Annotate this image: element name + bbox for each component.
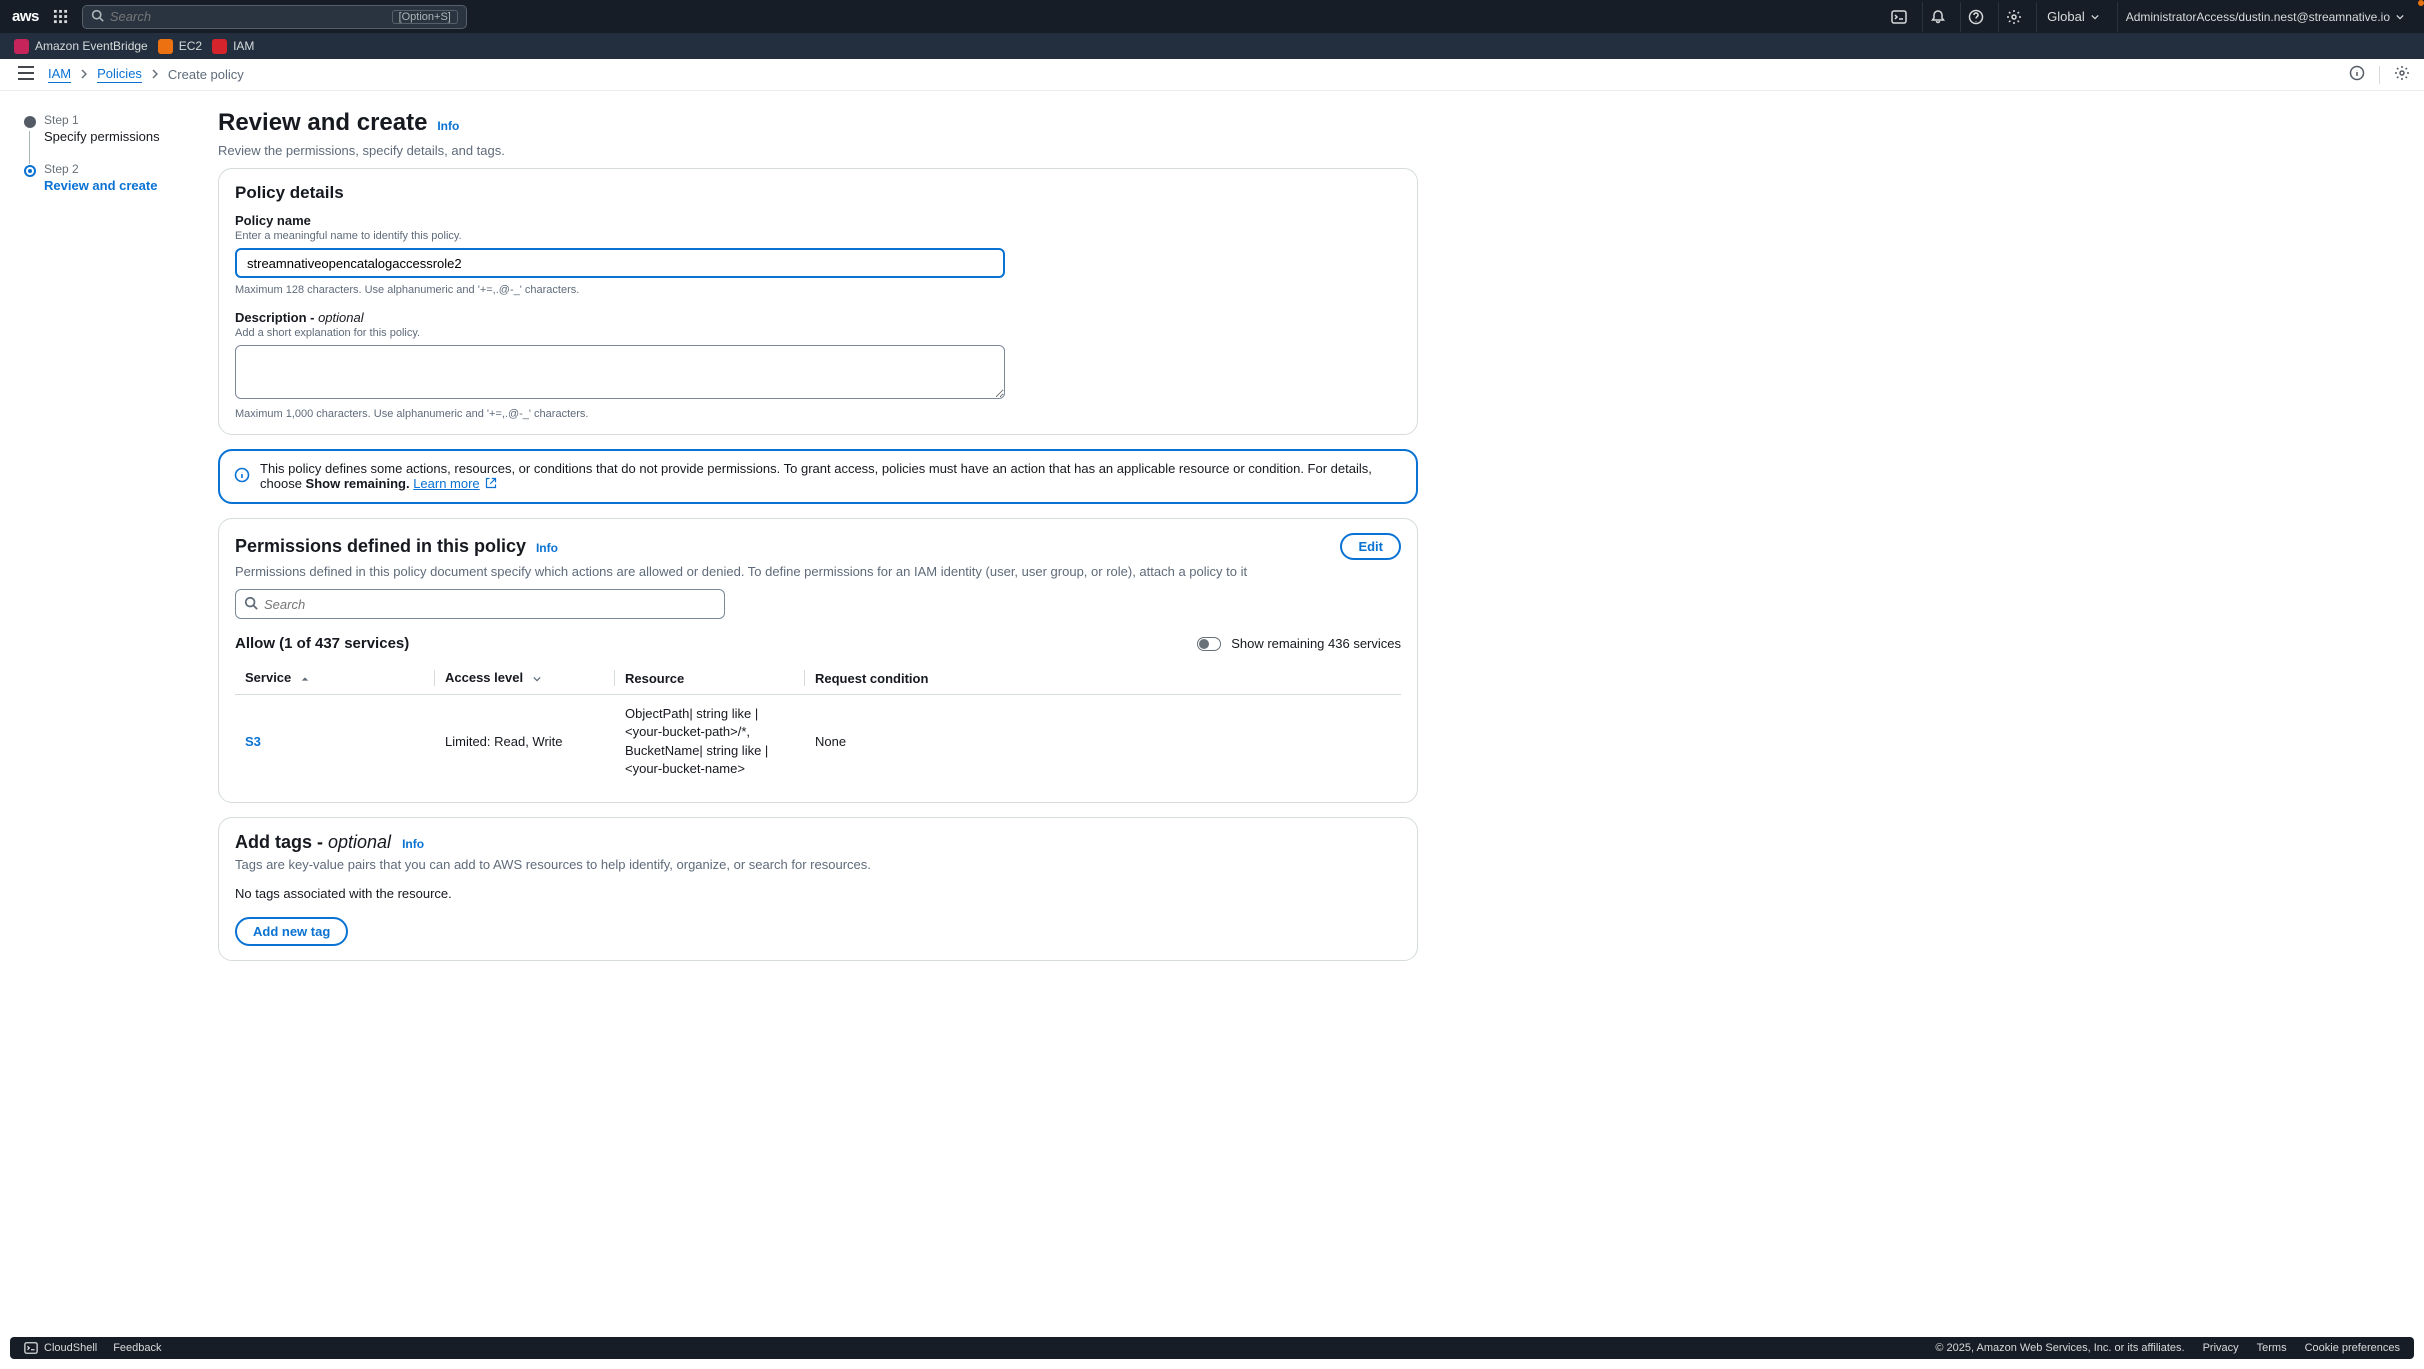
search-icon xyxy=(244,596,258,613)
show-remaining-toggle-row: Show remaining 436 services xyxy=(1197,636,1401,651)
service-favorites-bar: Amazon EventBridge EC2 IAM xyxy=(0,33,2424,59)
col-service[interactable]: Service xyxy=(235,662,435,695)
step-bullet-done-icon xyxy=(24,116,36,128)
page-header: Review and create Info Review the permis… xyxy=(218,109,1418,158)
permissions-desc: Permissions defined in this policy docum… xyxy=(235,564,1401,579)
edit-button[interactable]: Edit xyxy=(1340,533,1401,560)
info-alert: This policy defines some actions, resour… xyxy=(218,449,1418,504)
tags-info-link[interactable]: Info xyxy=(402,837,424,851)
region-label: Global xyxy=(2047,9,2085,24)
no-tags-text: No tags associated with the resource. xyxy=(235,886,1401,901)
terms-link[interactable]: Terms xyxy=(2257,1342,2287,1354)
policy-desc-input[interactable] xyxy=(235,345,1005,399)
table-row: S3 Limited: Read, Write ObjectPath| stri… xyxy=(235,695,1401,788)
hamburger-icon[interactable] xyxy=(18,66,34,83)
col-resource[interactable]: Resource xyxy=(615,662,805,695)
info-icon xyxy=(234,467,250,486)
notification-dot xyxy=(2418,0,2424,6)
policy-desc-label: Description - optional xyxy=(235,310,1401,325)
main-layout: Step 1 Specify permissions Step 2 Review… xyxy=(0,91,2424,1015)
wizard-nav: Step 1 Specify permissions Step 2 Review… xyxy=(0,91,218,1015)
wizard-step-2[interactable]: Step 2 Review and create xyxy=(24,162,218,211)
chevron-down-icon xyxy=(2396,13,2404,21)
external-link-icon xyxy=(485,477,497,492)
privacy-link[interactable]: Privacy xyxy=(2203,1342,2239,1354)
apps-grid-icon[interactable] xyxy=(53,9,68,24)
breadcrumb-sep xyxy=(152,67,158,82)
info-alert-text: This policy defines some actions, resour… xyxy=(260,461,1402,492)
breadcrumb: IAM Policies Create policy xyxy=(48,66,244,83)
permissions-heading: Permissions defined in this policy xyxy=(235,536,526,556)
tags-heading: Add tags - optional xyxy=(235,832,396,852)
policy-details-heading: Policy details xyxy=(235,183,1401,203)
tags-desc: Tags are key-value pairs that you can ad… xyxy=(235,857,1401,872)
permissions-info-link[interactable]: Info xyxy=(536,541,558,555)
service-iam[interactable]: IAM xyxy=(212,39,254,54)
page-title: Review and create xyxy=(218,109,427,137)
policy-name-input[interactable] xyxy=(235,248,1005,278)
service-s3-link[interactable]: S3 xyxy=(245,734,261,749)
learn-more-link[interactable]: Learn more xyxy=(413,476,479,491)
aws-logo[interactable]: aws xyxy=(12,8,39,25)
account-selector[interactable]: AdministratorAccess/dustin.nest@streamna… xyxy=(2117,2,2412,32)
tags-panel: Add tags - optional Info Tags are key-va… xyxy=(218,817,1418,961)
page-settings-icon[interactable] xyxy=(2394,65,2410,84)
cell-resource: ObjectPath| string like |<your-bucket-pa… xyxy=(615,695,805,788)
account-label: AdministratorAccess/dustin.nest@streamna… xyxy=(2126,10,2390,24)
header-right: Global AdministratorAccess/dustin.nest@s… xyxy=(1884,2,2412,32)
permissions-table: Service Access level Resource xyxy=(235,662,1401,788)
permissions-search-input[interactable] xyxy=(264,597,716,612)
service-eventbridge[interactable]: Amazon EventBridge xyxy=(14,39,148,54)
policy-details-panel: Policy details Policy name Enter a meani… xyxy=(218,168,1418,435)
cell-condition: None xyxy=(805,695,1401,788)
cloudshell-button[interactable]: CloudShell xyxy=(24,1341,97,1355)
step-bullet-active-icon xyxy=(24,165,36,177)
global-search[interactable]: [Option+S] xyxy=(82,5,467,29)
permissions-panel: Permissions defined in this policy Info … xyxy=(218,518,1418,803)
cookie-preferences-link[interactable]: Cookie preferences xyxy=(2305,1342,2400,1354)
top-header: aws [Option+S] Global AdministratorAcces… xyxy=(0,0,2424,33)
add-new-tag-button[interactable]: Add new tag xyxy=(235,917,348,946)
show-remaining-label: Show remaining 436 services xyxy=(1231,636,1401,651)
col-condition[interactable]: Request condition xyxy=(805,662,1401,695)
permissions-search[interactable] xyxy=(235,589,725,619)
sort-icon xyxy=(533,671,541,686)
policy-name-label: Policy name xyxy=(235,213,1401,228)
breadcrumb-current: Create policy xyxy=(168,67,244,82)
page-subtitle: Review the permissions, specify details,… xyxy=(218,143,1418,158)
search-shortcut: [Option+S] xyxy=(392,10,458,24)
page-info-link[interactable]: Info xyxy=(437,119,459,133)
help-icon[interactable] xyxy=(1960,2,1990,32)
service-ec2[interactable]: EC2 xyxy=(158,39,202,54)
breadcrumb-iam[interactable]: IAM xyxy=(48,66,71,83)
notifications-icon[interactable] xyxy=(1922,2,1952,32)
allow-title: Allow (1 of 437 services) xyxy=(235,635,409,652)
content: Review and create Info Review the permis… xyxy=(218,91,1428,1015)
page-help-icon[interactable] xyxy=(2349,65,2365,84)
region-selector[interactable]: Global xyxy=(2036,2,2109,32)
wizard-step-1[interactable]: Step 1 Specify permissions xyxy=(24,113,218,162)
policy-name-hint: Enter a meaningful name to identify this… xyxy=(235,230,1401,242)
feedback-link[interactable]: Feedback xyxy=(113,1342,161,1354)
show-remaining-toggle[interactable] xyxy=(1197,637,1221,651)
cloudshell-icon[interactable] xyxy=(1884,2,1914,32)
ec2-icon xyxy=(158,39,173,54)
policy-name-constraint: Maximum 128 characters. Use alphanumeric… xyxy=(235,284,1401,296)
search-input[interactable] xyxy=(110,9,392,24)
breadcrumb-policies[interactable]: Policies xyxy=(97,66,142,83)
settings-icon[interactable] xyxy=(1998,2,2028,32)
iam-icon xyxy=(212,39,227,54)
policy-desc-hint: Add a short explanation for this policy. xyxy=(235,327,1401,339)
chevron-down-icon xyxy=(2091,13,2099,21)
breadcrumb-bar: IAM Policies Create policy xyxy=(0,59,2424,91)
breadcrumb-sep xyxy=(81,67,87,82)
search-icon xyxy=(91,9,104,25)
eventbridge-icon xyxy=(14,39,29,54)
col-access[interactable]: Access level xyxy=(435,662,615,695)
copyright-text: © 2025, Amazon Web Services, Inc. or its… xyxy=(1935,1342,2184,1354)
sort-asc-icon xyxy=(301,671,309,686)
policy-desc-constraint: Maximum 1,000 characters. Use alphanumer… xyxy=(235,408,1401,420)
cell-access: Limited: Read, Write xyxy=(435,695,615,788)
footer-bar: CloudShell Feedback © 2025, Amazon Web S… xyxy=(10,1337,2414,1359)
